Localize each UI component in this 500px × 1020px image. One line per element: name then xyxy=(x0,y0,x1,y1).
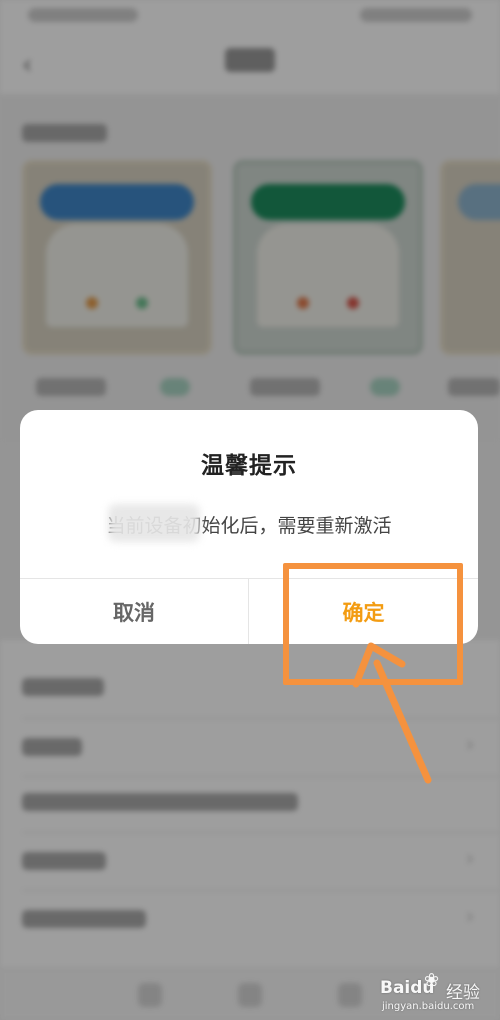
highlight-box xyxy=(283,563,463,685)
redaction-blur xyxy=(108,504,200,542)
dialog-message: 当前设备初始化后，需要重新激活 xyxy=(106,515,392,537)
dialog-title: 温馨提示 xyxy=(201,453,297,479)
cancel-button[interactable]: 取消 xyxy=(20,579,248,644)
screen: ‹ › › › 温馨提示 当前设备初始化后，需要重新激活 取消 确定 Baidu… xyxy=(0,0,500,1020)
watermark-url: jingyan.baidu.com xyxy=(382,1001,475,1012)
watermark-suffix: 经验 xyxy=(446,983,480,1003)
paw-icon: ❀ xyxy=(424,970,440,991)
baidu-watermark: Baidu ❀ 经验 jingyan.baidu.com xyxy=(380,968,495,1018)
